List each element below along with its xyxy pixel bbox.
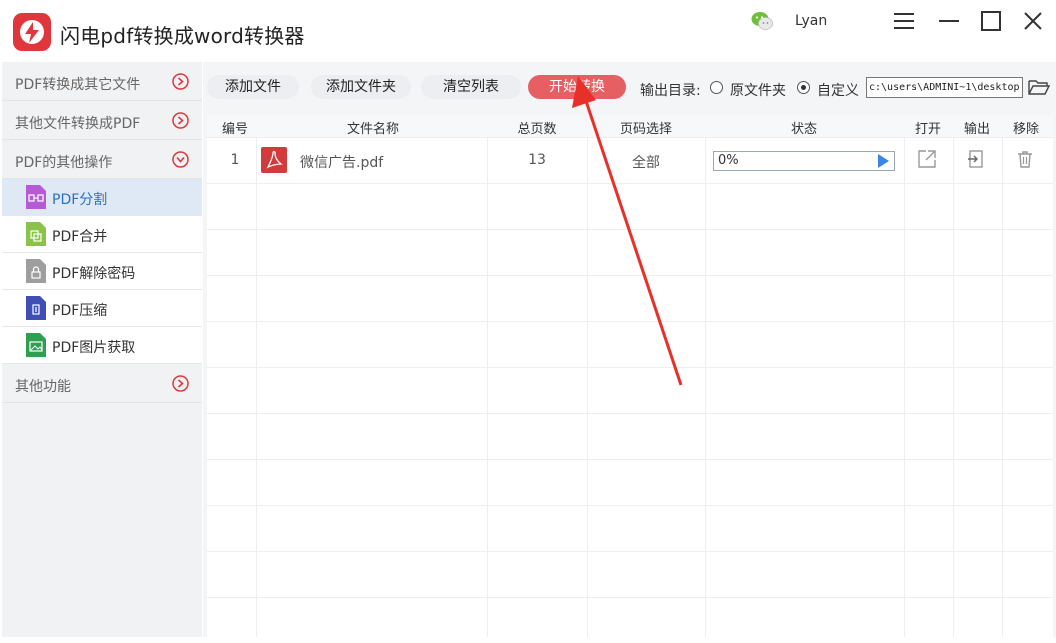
grid-line [587,137,588,637]
radio-original-folder[interactable] [710,81,723,94]
pdf-file-icon [261,147,287,173]
status-progress-bar: 0% [713,151,895,171]
add-folder-button[interactable]: 添加文件夹 [311,75,411,99]
menu-icon[interactable] [893,10,915,32]
username[interactable]: Lyan [795,13,827,29]
sidebar-category-pdf-to-other[interactable]: PDF转换成其它文件 [2,62,202,101]
sidebar-category-label: 其他功能 [15,379,71,395]
radio-custom-label: 自定义 [817,83,859,99]
output-dir-label: 输出目录: [640,83,701,99]
radio-custom[interactable] [797,81,810,94]
grid-line [207,183,1053,184]
file-table: 编号 文件名称 总页数 页码选择 状态 打开 输出 移除 1 微信广告.pdf … [207,115,1053,637]
radio-original-folder-label: 原文件夹 [730,83,786,99]
row-pages: 13 [528,152,546,168]
row-filename: 微信广告.pdf [300,155,384,171]
sidebar-item-label: PDF压缩 [52,303,108,319]
wechat-icon[interactable] [751,11,773,31]
sidebar-item-label: PDF合并 [52,229,108,245]
sidebar-category-label: PDF转换成其它文件 [15,77,141,93]
unlock-icon [26,259,46,283]
sidebar-item-pdf-image-extract[interactable]: PDF图片获取 [2,327,202,364]
sidebar-item-label: PDF图片获取 [52,340,136,356]
expand-arrow-icon [172,73,189,90]
sidebar-category-other-to-pdf[interactable]: 其他文件转换成PDF [2,101,202,140]
close-icon[interactable] [1022,10,1044,32]
col-status-header: 状态 [790,122,817,137]
grid-line [207,367,1053,368]
row-index: 1 [230,152,240,168]
minimize-icon[interactable] [938,10,960,32]
grid-line [207,229,1053,230]
table-row[interactable]: 1 微信广告.pdf 13 全部 0% [207,137,1053,183]
sidebar-item-label: PDF解除密码 [52,266,136,282]
grid-line [207,505,1053,506]
grid-line [953,137,954,637]
compress-icon [26,296,46,320]
play-icon[interactable] [878,154,889,168]
add-file-button[interactable]: 添加文件 [207,75,299,99]
sidebar-item-pdf-split[interactable]: PDF分割 [2,179,202,216]
expand-arrow-icon [172,375,189,392]
sidebar-item-pdf-merge[interactable]: PDF合并 [2,216,202,253]
app-window: 闪电pdf转换成word转换器 Lyan PDF转换成其它文件 其他文件转换成P… [0,0,1056,643]
sidebar-category-other-functions[interactable]: 其他功能 [2,364,202,403]
clear-list-button[interactable]: 清空列表 [421,75,521,99]
sidebar-item-pdf-unlock[interactable]: PDF解除密码 [2,253,202,290]
col-page-select-header: 页码选择 [619,122,672,137]
col-pages-header: 总页数 [517,122,557,137]
start-convert-button[interactable]: 开始转换 [528,75,626,99]
sidebar-category-label: 其他文件转换成PDF [15,116,141,132]
grid-line [207,459,1053,460]
grid-line [207,413,1053,414]
title-bar: 闪电pdf转换成word转换器 Lyan [0,0,1056,62]
grid-line [207,551,1053,552]
grid-line [256,137,257,637]
col-open-header: 打开 [914,122,941,137]
grid-line [207,597,1053,598]
toolbar: 添加文件 添加文件夹 清空列表 开始转换 输出目录: 原文件夹 自定义 c:\u… [203,62,1056,114]
sidebar: PDF转换成其它文件 其他文件转换成PDF PDF的其他操作 PDF分割 PDF… [2,62,202,637]
grid-line [207,321,1053,322]
folder-browse-icon[interactable] [1028,77,1050,97]
app-logo-icon [13,13,51,51]
row-page-select[interactable]: 全部 [587,152,705,172]
sidebar-category-pdf-other-ops[interactable]: PDF的其他操作 [2,140,202,179]
trash-icon[interactable] [1015,149,1035,169]
grid-line [487,137,488,637]
output-folder-icon[interactable] [966,149,986,169]
open-file-icon[interactable] [917,149,937,169]
output-path-input[interactable]: c:\users\ADMINI~1\desktop [866,77,1023,98]
col-filename-header: 文件名称 [346,122,399,137]
table-header: 编号 文件名称 总页数 页码选择 状态 打开 输出 移除 [207,115,1053,137]
merge-icon [26,222,46,246]
grid-line [1002,137,1003,637]
grid-line [207,275,1053,276]
grid-line [904,137,905,637]
maximize-icon[interactable] [980,10,1002,32]
image-icon [26,333,46,357]
main-panel: 添加文件 添加文件夹 清空列表 开始转换 输出目录: 原文件夹 自定义 c:\u… [203,62,1056,637]
collapse-arrow-icon [172,151,189,168]
split-icon [26,185,46,209]
sidebar-item-label: PDF分割 [52,192,108,208]
expand-arrow-icon [172,112,189,129]
grid-line [705,137,706,637]
status-text: 0% [718,153,739,168]
app-title: 闪电pdf转换成word转换器 [60,24,305,48]
col-index-header: 编号 [221,122,248,137]
col-remove-header: 移除 [1012,122,1039,137]
sidebar-category-label: PDF的其他操作 [15,155,113,171]
col-output-header: 输出 [963,122,990,137]
sidebar-item-pdf-compress[interactable]: PDF压缩 [2,290,202,327]
